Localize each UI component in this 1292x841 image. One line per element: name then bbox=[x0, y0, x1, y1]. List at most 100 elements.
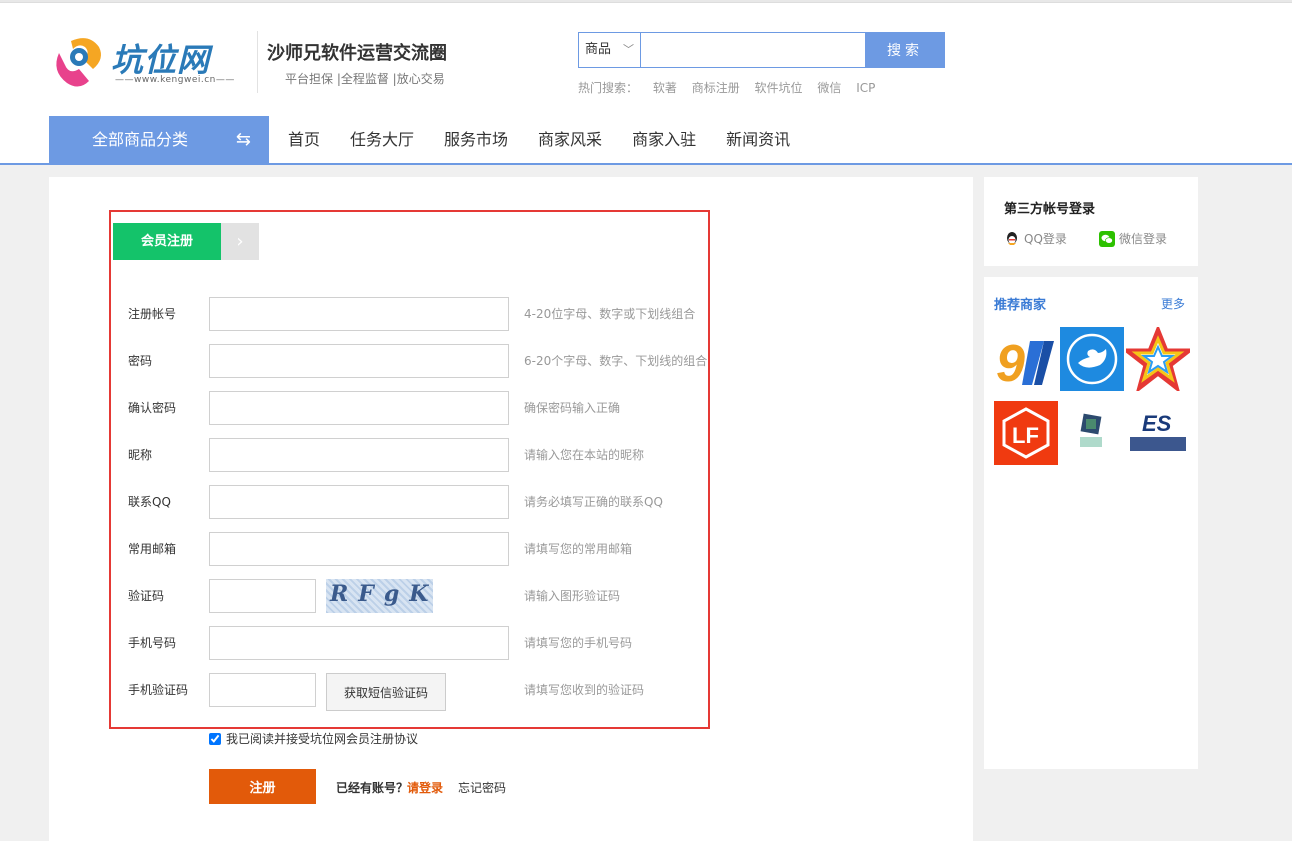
form-row-phone: 手机号码 请填写您的手机号码 bbox=[128, 626, 708, 660]
wechat-icon bbox=[1099, 230, 1115, 247]
hot-search-term[interactable]: 商标注册 bbox=[692, 81, 740, 95]
field-hint: 4-20位字母、数字或下划线组合 bbox=[524, 307, 696, 321]
nav-item-services[interactable]: 服务市场 bbox=[444, 116, 508, 164]
captcha-text: RFgK bbox=[330, 581, 433, 607]
search-input[interactable] bbox=[641, 33, 865, 67]
third-party-login-title: 第三方帐号登录 bbox=[1004, 202, 1096, 217]
svg-text:9: 9 bbox=[996, 335, 1025, 391]
agreement: 我已阅读并接受坑位网会员注册协议 bbox=[209, 730, 418, 747]
form-row-sms-code: 手机验证码 获取短信验证码 请填写您收到的验证码 bbox=[128, 673, 708, 711]
search-button[interactable]: 搜索 bbox=[865, 32, 945, 68]
more-link[interactable]: 更多 bbox=[1161, 295, 1185, 312]
field-hint: 请务必填写正确的联系QQ bbox=[524, 495, 663, 509]
qq-input[interactable] bbox=[209, 485, 509, 519]
field-hint: 请填写您的常用邮箱 bbox=[524, 542, 633, 556]
form-row-email: 常用邮箱 请填写您的常用邮箱 bbox=[128, 532, 708, 566]
wechat-login-label: 微信登录 bbox=[1119, 232, 1168, 246]
qq-penguin-icon bbox=[1007, 231, 1017, 245]
register-button[interactable]: 注册 bbox=[209, 769, 316, 804]
qq-login-link[interactable]: QQ登录 bbox=[1004, 230, 1067, 247]
email-input[interactable] bbox=[209, 532, 509, 566]
field-hint: 6-20个字母、数字、下划线的组合 bbox=[524, 354, 708, 368]
qq-login-label: QQ登录 bbox=[1024, 232, 1067, 246]
nav-items: 首页 任务大厅 服务市场 商家风采 商家入驻 新闻资讯 bbox=[288, 116, 820, 164]
search-box: 商品 ﹀ 搜索 bbox=[578, 32, 945, 68]
hot-search-term[interactable]: ICP bbox=[856, 81, 875, 95]
recommended-merchants-panel: 推荐商家 更多 9 LF ES bbox=[984, 277, 1198, 769]
form-row-password: 密码 6-20个字母、数字、下划线的组合 bbox=[128, 344, 708, 378]
phone-input[interactable] bbox=[209, 626, 509, 660]
chevron-right-icon: › bbox=[221, 223, 259, 260]
nav-item-home[interactable]: 首页 bbox=[288, 116, 320, 164]
search-category-label: 商品 bbox=[585, 42, 612, 57]
field-hint: 请填写您的手机号码 bbox=[524, 636, 633, 650]
site-header: 坑位网 ——www.kengwei.cn—— 沙师兄软件运营交流圈 平台担保 |… bbox=[0, 3, 1292, 166]
hot-searches: 热门搜索： 软著 商标注册 软件坑位 微信 ICP bbox=[578, 79, 886, 96]
hot-search-term[interactable]: 微信 bbox=[817, 81, 841, 95]
field-hint: 请输入图形验证码 bbox=[524, 589, 621, 603]
field-label: 联系QQ bbox=[128, 495, 171, 509]
merchant-logo-star[interactable] bbox=[1126, 327, 1190, 391]
nav-underline bbox=[0, 163, 1292, 165]
agreement-checkbox[interactable] bbox=[209, 732, 221, 745]
registration-form: 会员注册 › 注册帐号 4-20位字母、数字或下划线组合 密码 6-20个字母、… bbox=[109, 210, 710, 729]
site-logo[interactable]: 坑位网 ——www.kengwei.cn—— bbox=[49, 33, 249, 93]
hot-search-term[interactable]: 软件坑位 bbox=[755, 81, 803, 95]
logo-url: ——www.kengwei.cn—— bbox=[115, 75, 235, 85]
captcha-image[interactable]: RFgK bbox=[326, 579, 433, 613]
field-hint: 请填写您收到的验证码 bbox=[524, 683, 645, 697]
field-hint: 请输入您在本站的昵称 bbox=[524, 448, 645, 462]
hot-search-label: 热门搜索： bbox=[578, 81, 639, 95]
field-label: 密码 bbox=[128, 354, 153, 368]
field-label: 确认密码 bbox=[128, 401, 177, 415]
form-row-captcha: 验证码 RFgK 请输入图形验证码 bbox=[128, 579, 708, 613]
nav-item-news[interactable]: 新闻资讯 bbox=[726, 116, 790, 164]
main-nav: 全部商品分类 ⇆ 首页 任务大厅 服务市场 商家风采 商家入驻 新闻资讯 bbox=[0, 116, 1292, 166]
merchant-logo-taobao[interactable] bbox=[1060, 401, 1124, 465]
field-label: 手机验证码 bbox=[128, 683, 189, 697]
nickname-input[interactable] bbox=[209, 438, 509, 472]
captcha-input[interactable] bbox=[209, 579, 316, 613]
swap-arrows-icon: ⇆ bbox=[235, 129, 251, 150]
merchant-logo-es[interactable]: ES bbox=[1126, 401, 1190, 465]
login-link[interactable]: 请登录 bbox=[407, 779, 443, 796]
form-row-nickname: 昵称 请输入您在本站的昵称 bbox=[128, 438, 708, 472]
search-category-select[interactable]: 商品 ﹀ bbox=[579, 33, 641, 67]
chevron-down-icon: ﹀ bbox=[623, 43, 634, 56]
sms-code-input[interactable] bbox=[209, 673, 316, 707]
logo-divider bbox=[257, 31, 258, 93]
registration-panel: 会员注册 › 注册帐号 4-20位字母、数字或下划线组合 密码 6-20个字母、… bbox=[49, 177, 973, 841]
field-label: 常用邮箱 bbox=[128, 542, 177, 556]
form-row-qq: 联系QQ 请务必填写正确的联系QQ bbox=[128, 485, 708, 519]
confirm-password-input[interactable] bbox=[209, 391, 509, 425]
have-account-text: 已经有账号？ bbox=[336, 781, 409, 795]
slogan-title: 沙师兄软件运营交流圈 bbox=[267, 43, 447, 64]
all-categories-button[interactable]: 全部商品分类 ⇆ bbox=[49, 116, 269, 164]
account-input[interactable] bbox=[209, 297, 509, 331]
field-hint: 确保密码输入正确 bbox=[524, 401, 621, 415]
merchant-logo-97[interactable]: 9 bbox=[994, 327, 1058, 391]
field-label: 验证码 bbox=[128, 589, 165, 603]
svg-text:ES: ES bbox=[1142, 411, 1172, 436]
all-categories-label: 全部商品分类 bbox=[92, 130, 189, 149]
nav-item-join[interactable]: 商家入驻 bbox=[632, 116, 696, 164]
slogan-subtitle: 平台担保 |全程监督 |放心交易 bbox=[285, 72, 445, 86]
get-sms-code-button[interactable]: 获取短信验证码 bbox=[326, 673, 446, 711]
hot-search-term[interactable]: 软著 bbox=[653, 81, 677, 95]
field-label: 注册帐号 bbox=[128, 307, 177, 321]
merchant-logo-lf[interactable]: LF bbox=[994, 401, 1058, 465]
merchant-logo-qainiao[interactable] bbox=[1060, 327, 1124, 391]
svg-text:LF: LF bbox=[1012, 423, 1039, 448]
field-label: 手机号码 bbox=[128, 636, 177, 650]
form-row-account: 注册帐号 4-20位字母、数字或下划线组合 bbox=[128, 297, 708, 331]
wechat-login-link[interactable]: 微信登录 bbox=[1099, 230, 1167, 247]
field-label: 昵称 bbox=[128, 448, 153, 462]
third-party-login-panel: 第三方帐号登录 QQ登录 微信登录 bbox=[984, 177, 1198, 266]
forgot-password-link[interactable]: 忘记密码 bbox=[458, 779, 506, 796]
nav-item-merchants[interactable]: 商家风采 bbox=[538, 116, 602, 164]
form-row-confirm-password: 确认密码 确保密码输入正确 bbox=[128, 391, 708, 425]
tab-member-register[interactable]: 会员注册 bbox=[113, 223, 221, 260]
password-input[interactable] bbox=[209, 344, 509, 378]
nav-item-tasks[interactable]: 任务大厅 bbox=[350, 116, 414, 164]
agreement-text[interactable]: 我已阅读并接受坑位网会员注册协议 bbox=[226, 730, 418, 747]
